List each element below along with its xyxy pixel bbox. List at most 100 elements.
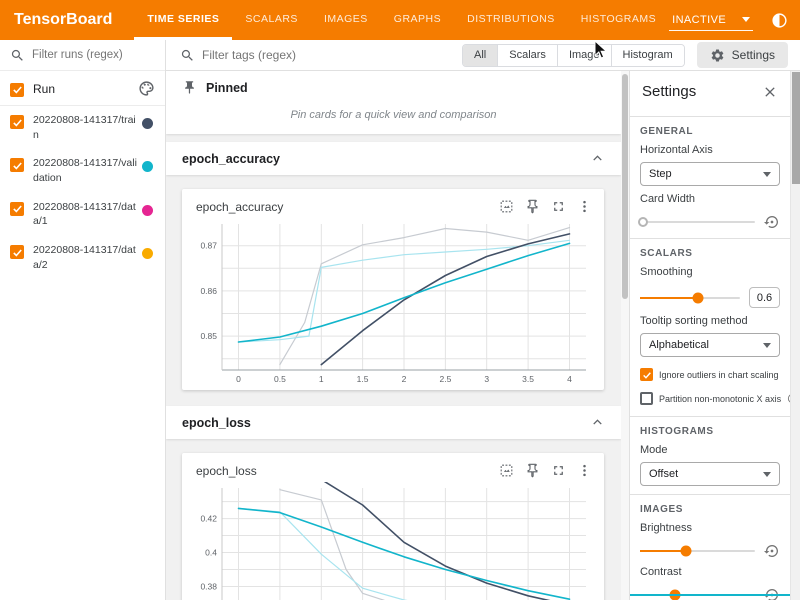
slider-thumb[interactable] (693, 292, 704, 303)
brightness-label: Brightness (640, 522, 780, 534)
ignore-outliers-row: Ignore outliers in chart scaling (640, 368, 780, 381)
contrast-label: Contrast (640, 566, 780, 578)
filter-scalars-button[interactable]: Scalars (497, 45, 557, 66)
runs-header-row: Run (0, 71, 165, 106)
ignore-outliers-label: Ignore outliers in chart scaling (659, 370, 779, 380)
filter-all-button[interactable]: All (463, 45, 497, 66)
run-select-all-checkbox[interactable] (10, 83, 24, 97)
run-color-dot[interactable] (142, 161, 153, 172)
divider (630, 494, 790, 495)
run-checkbox[interactable] (10, 115, 24, 129)
check-icon (12, 117, 23, 128)
run-color-dot[interactable] (142, 248, 153, 259)
histogram-mode-value: Offset (649, 468, 678, 480)
pinned-header: Pinned (166, 71, 621, 102)
fit-chart-icon[interactable] (499, 463, 514, 478)
epoch-accuracy-chart[interactable]: 00.511.522.533.540.850.860.87 (188, 218, 598, 388)
chevron-down-icon (742, 17, 750, 22)
divider (630, 116, 790, 117)
run-row-data-2[interactable]: 20220808-141317/data/2 (0, 236, 165, 279)
fullscreen-icon[interactable] (551, 199, 566, 214)
epoch-loss-chart[interactable]: 00.511.522.533.540.360.380.40.42 (188, 482, 598, 600)
histogram-mode-select[interactable]: Offset (640, 462, 780, 486)
fit-chart-icon[interactable] (499, 199, 514, 214)
card-width-slider[interactable] (640, 221, 755, 223)
more-options-icon[interactable] (577, 199, 592, 214)
svg-text:1: 1 (319, 374, 324, 384)
filter-image-button[interactable]: Image (557, 45, 611, 66)
smoothing-slider[interactable] (640, 297, 740, 299)
tags-toolbar: All Scalars Image Histogram Settings (166, 40, 800, 71)
card-header: epoch_loss (188, 461, 598, 482)
slider-thumb[interactable] (638, 217, 648, 227)
settings-scrollbar[interactable] (790, 71, 800, 600)
tab-histograms[interactable]: HISTOGRAMS (568, 0, 669, 40)
svg-text:0.85: 0.85 (200, 331, 217, 341)
svg-text:0.38: 0.38 (200, 582, 217, 592)
slider-thumb[interactable] (681, 546, 692, 557)
chevron-down-icon (763, 343, 771, 348)
more-options-icon[interactable] (577, 463, 592, 478)
filter-histogram-button[interactable]: Histogram (611, 45, 684, 66)
reload-status-select[interactable]: INACTIVE (669, 10, 753, 31)
pinned-section: Pinned Pin cards for a quick view and co… (166, 71, 621, 134)
theme-toggle-button[interactable] (765, 6, 793, 34)
run-color-dot[interactable] (142, 118, 153, 129)
ignore-outliers-checkbox[interactable] (640, 368, 653, 381)
brightness-slider[interactable] (640, 550, 755, 552)
pinned-empty-hint: Pin cards for a quick view and compariso… (166, 102, 621, 124)
scrollbar-thumb[interactable] (622, 74, 628, 299)
svg-text:2: 2 (402, 374, 407, 384)
tab-images[interactable]: IMAGES (311, 0, 381, 40)
brightness-reset-button[interactable] (764, 543, 780, 559)
tooltip-sorting-label: Tooltip sorting method (640, 315, 780, 327)
run-checkbox[interactable] (10, 245, 24, 259)
tab-distributions[interactable]: DISTRIBUTIONS (454, 0, 568, 40)
app-header: TensorBoard TIME SERIES SCALARS IMAGES G… (0, 0, 800, 40)
svg-text:0.5: 0.5 (274, 374, 286, 384)
horizontal-axis-select[interactable]: Step (640, 162, 780, 186)
chevron-up-icon[interactable] (590, 415, 605, 430)
run-color-palette-button[interactable] (138, 80, 155, 97)
filter-tags-input[interactable] (202, 48, 352, 62)
settings-title-row: Settings (640, 81, 780, 108)
chevron-up-icon[interactable] (590, 151, 605, 166)
scrollbar-thumb[interactable] (792, 72, 800, 184)
tab-graphs[interactable]: GRAPHS (381, 0, 454, 40)
settings-panel: Settings GENERAL Horizontal Axis Step Ca… (629, 71, 790, 600)
card-width-reset-button[interactable] (764, 214, 780, 230)
pin-icon[interactable] (525, 199, 540, 214)
run-row-train[interactable]: 20220808-141317/train (0, 106, 165, 149)
search-icon (180, 48, 195, 63)
partition-x-axis-checkbox[interactable] (640, 392, 653, 405)
run-checkbox[interactable] (10, 158, 24, 172)
refresh-button[interactable] (795, 6, 800, 34)
group-header-epoch-accuracy[interactable]: epoch_accuracy (166, 142, 621, 175)
open-settings-button[interactable]: Settings (697, 42, 788, 68)
tab-scalars[interactable]: SCALARS (232, 0, 311, 40)
partition-x-axis-row: Partition non-monotonic X axis (640, 392, 780, 405)
tab-time-series[interactable]: TIME SERIES (134, 0, 232, 40)
run-checkbox[interactable] (10, 202, 24, 216)
tooltip-sorting-select[interactable]: Alphabetical (640, 333, 780, 357)
close-settings-button[interactable] (762, 84, 778, 100)
smoothing-value-input[interactable]: 0.6 (749, 287, 780, 308)
run-row-validation[interactable]: 20220808-141317/validation (0, 149, 165, 192)
svg-text:0.4: 0.4 (205, 548, 217, 558)
line-chart-svg: 00.511.522.533.540.360.380.40.42 (188, 482, 596, 600)
filter-runs-input[interactable] (32, 49, 142, 61)
group-header-epoch-loss[interactable]: epoch_loss (166, 406, 621, 439)
svg-text:3: 3 (484, 374, 489, 384)
tooltip-sorting-value: Alphabetical (649, 339, 709, 351)
filter-tags-row (180, 48, 352, 63)
images-heading: IMAGES (640, 504, 780, 515)
svg-text:4: 4 (567, 374, 572, 384)
pin-icon[interactable] (525, 463, 540, 478)
fullscreen-icon[interactable] (551, 463, 566, 478)
run-color-dot[interactable] (142, 205, 153, 216)
brightness-row (640, 543, 780, 559)
run-row-data-1[interactable]: 20220808-141317/data/1 (0, 193, 165, 236)
runs-header-label: Run (33, 82, 138, 96)
main-scrollbar[interactable] (621, 71, 629, 600)
check-icon (12, 160, 23, 171)
